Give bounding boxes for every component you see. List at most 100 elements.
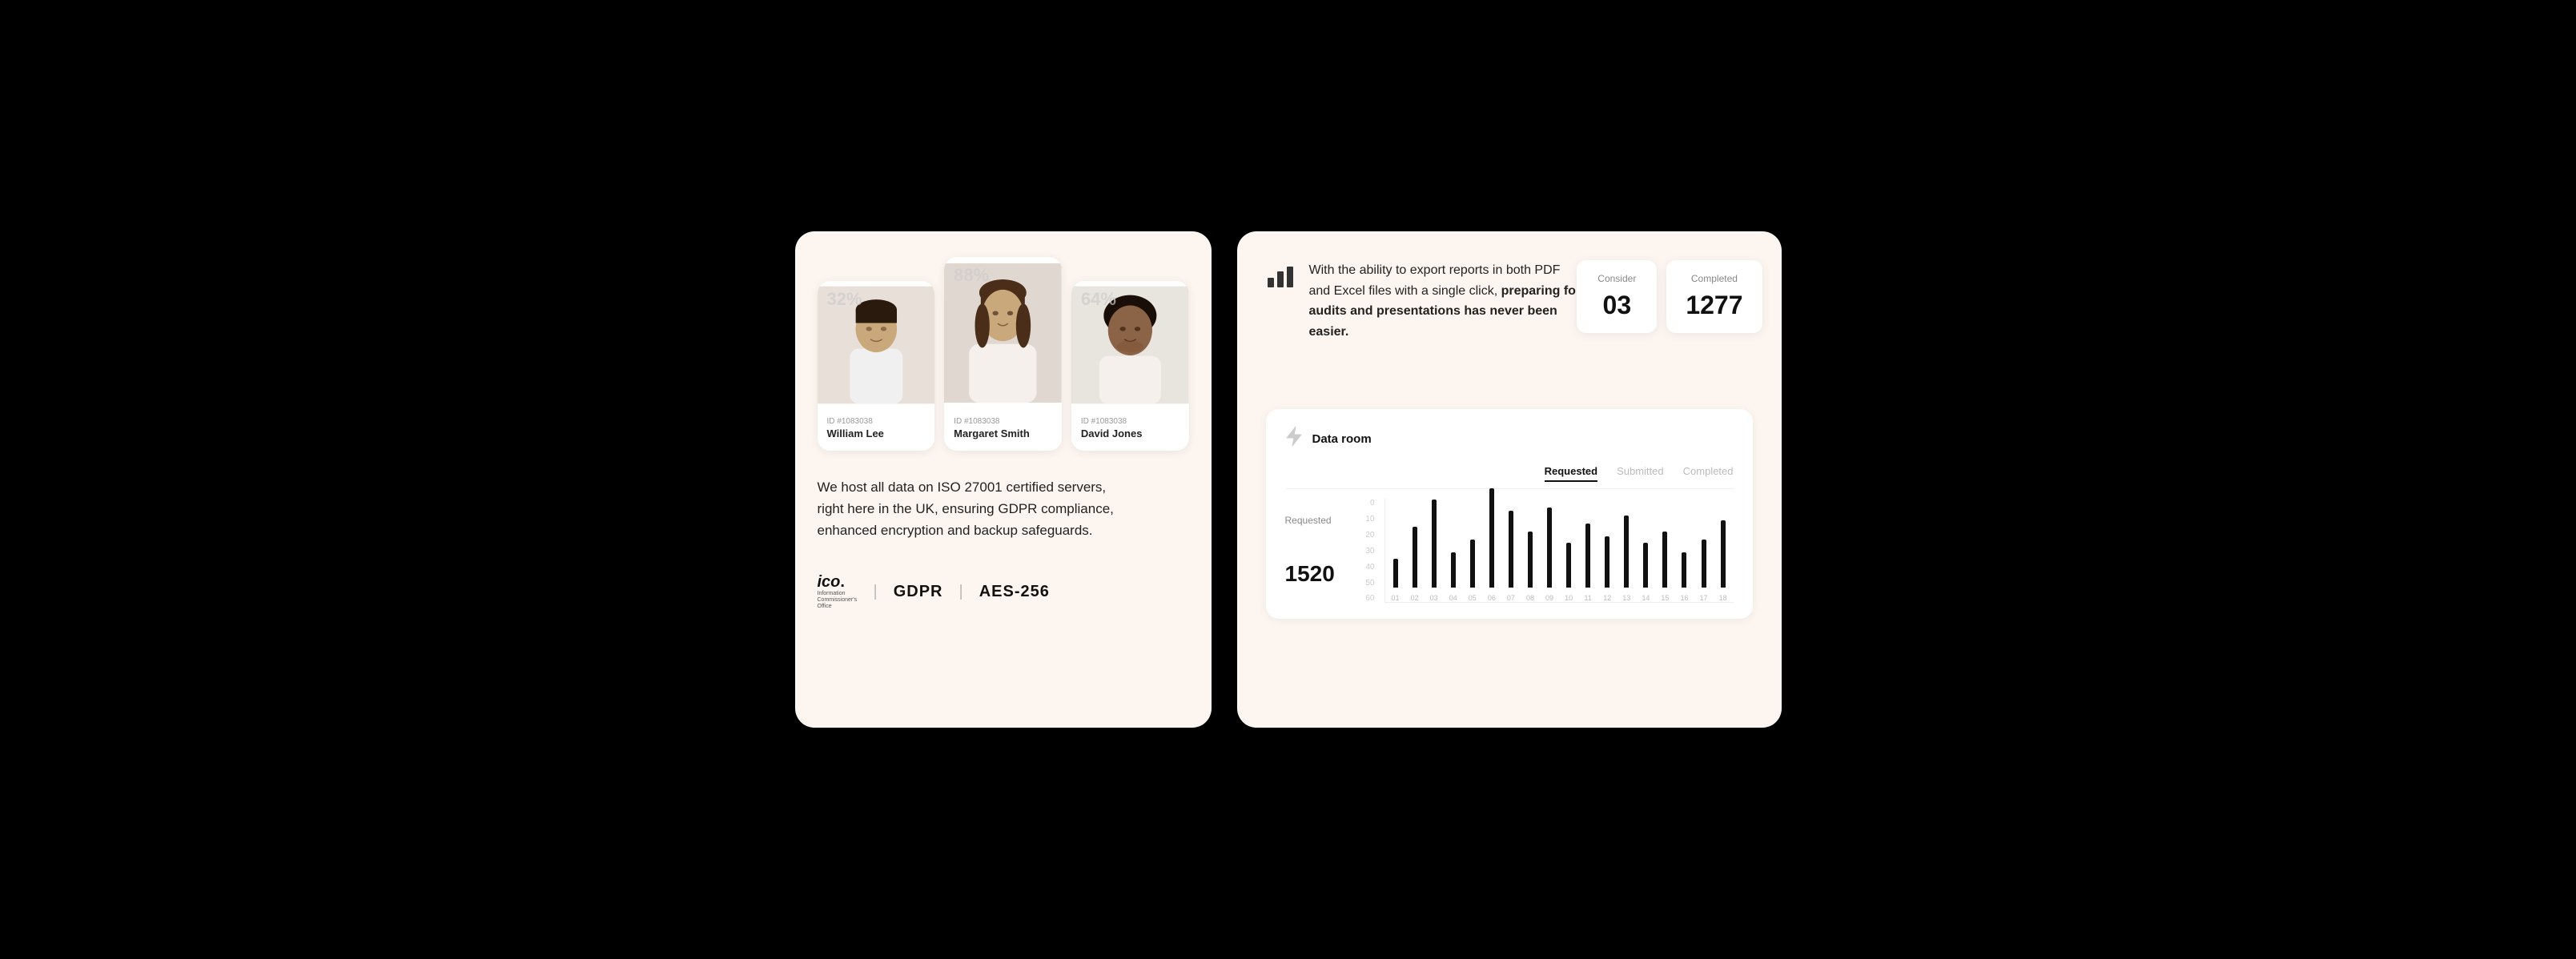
bar-col-7: 07: [1504, 511, 1518, 602]
aes-badge: AES-256: [979, 583, 1050, 601]
name-3: David Jones: [1081, 427, 1179, 439]
bar-11: [1585, 524, 1590, 588]
bar-16: [1682, 552, 1686, 588]
bar-18: [1721, 520, 1726, 588]
x-label-17: 17: [1700, 594, 1708, 602]
consider-label: Consider: [1596, 273, 1638, 284]
chart-label-col: Requested 1520: [1285, 515, 1349, 603]
ico-badge: ico. Information Commissioner's Office: [818, 574, 858, 611]
bar-3: [1432, 500, 1437, 588]
y-axis: 60 50 40 30 20 10 0: [1359, 499, 1381, 603]
tab-requested[interactable]: Requested: [1545, 465, 1597, 482]
row-label: Requested: [1285, 515, 1349, 526]
bar-col-5: 05: [1465, 540, 1480, 602]
x-label-14: 14: [1642, 594, 1650, 602]
bar-9: [1547, 508, 1552, 588]
bars-container: 01 02 03 04 05 06 07 08 09 10 11 12 13 14 15 16 17 18: [1384, 499, 1734, 603]
bar-col-1: 01: [1388, 559, 1403, 602]
separator-2: |: [959, 583, 963, 601]
bar-13: [1624, 516, 1629, 588]
x-label-6: 06: [1488, 594, 1496, 602]
chart-area: 60 50 40 30 20 10 0 01 02 03 04 05 06 07 08 09 10…: [1359, 499, 1734, 603]
x-label-12: 12: [1603, 594, 1611, 602]
chart-tabs: Requested Submitted Completed: [1285, 465, 1734, 489]
percent-2: 88%: [954, 265, 989, 286]
bar-col-4: 04: [1446, 552, 1461, 602]
x-label-9: 09: [1545, 594, 1553, 602]
chart-with-yaxis: 60 50 40 30 20 10 0 01 02 03 04 05 06 07 08 09 10…: [1359, 499, 1734, 603]
profile-cards: 32%: [818, 257, 1189, 451]
bar-col-15: 15: [1658, 532, 1672, 602]
bar-col-16: 16: [1677, 552, 1691, 602]
bar-14: [1643, 543, 1648, 588]
completed-label: Completed: [1686, 273, 1742, 284]
id-2: ID #1083038: [954, 417, 1052, 426]
bar-col-10: 10: [1561, 543, 1576, 602]
bar-8: [1528, 532, 1533, 588]
tab-submitted[interactable]: Submitted: [1617, 465, 1664, 482]
x-label-7: 07: [1507, 594, 1515, 602]
separator-1: |: [874, 583, 878, 601]
ico-subtitle: Information Commissioner's Office: [818, 591, 858, 611]
x-label-18: 18: [1719, 594, 1727, 602]
id-1: ID #1083038: [827, 417, 926, 426]
id-3: ID #1083038: [1081, 417, 1179, 426]
bar-12: [1605, 536, 1609, 588]
chart-body: Requested 1520 60 50 40 30 20 10 0: [1285, 499, 1734, 603]
x-label-15: 15: [1661, 594, 1669, 602]
lightning-icon: [1285, 425, 1303, 452]
bar-5: [1470, 540, 1475, 588]
bar-col-2: 02: [1408, 527, 1422, 602]
percent-1: 32%: [827, 289, 862, 310]
bar-col-8: 08: [1523, 532, 1537, 602]
x-label-3: 03: [1430, 594, 1438, 602]
x-label-10: 10: [1565, 594, 1573, 602]
card-info-3: ID #1083038 David Jones: [1071, 409, 1189, 451]
stats-cards: Consider 03 Completed 1277: [1577, 260, 1762, 333]
profile-card-1: 32%: [818, 281, 935, 451]
data-room-card: Data room Requested Submitted Completed …: [1266, 409, 1753, 619]
completed-value: 1277: [1686, 291, 1742, 320]
card-info-2: ID #1083038 Margaret Smith: [944, 409, 1062, 451]
export-text: With the ability to export reports in bo…: [1309, 260, 1581, 342]
x-label-5: 05: [1469, 594, 1477, 602]
gdpr-badge: GDPR: [894, 583, 943, 601]
x-label-4: 04: [1449, 594, 1457, 602]
bar-6: [1489, 488, 1494, 588]
bar-1: [1393, 559, 1398, 588]
name-1: William Lee: [827, 427, 926, 439]
right-panel: With the ability to export reports in bo…: [1237, 231, 1782, 728]
data-room-header: Data room: [1285, 425, 1734, 452]
stat-completed: Completed 1277: [1666, 260, 1762, 333]
x-label-11: 11: [1584, 594, 1591, 602]
x-label-13: 13: [1622, 594, 1630, 602]
bar-7: [1509, 511, 1513, 588]
badges: ico. Information Commissioner's Office |…: [818, 574, 1189, 611]
profile-card-3: 64%: [1071, 281, 1189, 451]
row-value: 1520: [1285, 561, 1349, 587]
profile-card-2: 88%: [944, 257, 1062, 451]
chart-icon: [1266, 262, 1295, 296]
consider-value: 03: [1596, 291, 1638, 320]
name-2: Margaret Smith: [954, 427, 1052, 439]
bar-col-13: 13: [1619, 516, 1634, 602]
security-text: We host all data on ISO 27001 certified …: [818, 476, 1122, 542]
bar-col-18: 18: [1716, 520, 1730, 602]
bar-col-12: 12: [1600, 536, 1614, 602]
bar-col-11: 11: [1581, 524, 1595, 602]
bar-col-6: 06: [1485, 488, 1499, 602]
stat-consider: Consider 03: [1577, 260, 1657, 333]
x-label-8: 08: [1526, 594, 1534, 602]
x-label-1: 01: [1392, 594, 1400, 602]
bar-2: [1413, 527, 1417, 588]
bar-col-3: 03: [1427, 500, 1441, 602]
tab-completed[interactable]: Completed: [1683, 465, 1734, 482]
bar-4: [1451, 552, 1456, 588]
x-label-2: 02: [1411, 594, 1419, 602]
bar-col-17: 17: [1697, 540, 1711, 602]
card-info-1: ID #1083038 William Lee: [818, 409, 935, 451]
bar-15: [1662, 532, 1667, 588]
bar-col-14: 14: [1638, 543, 1653, 602]
data-room-title: Data room: [1312, 432, 1372, 446]
bar-17: [1702, 540, 1706, 588]
